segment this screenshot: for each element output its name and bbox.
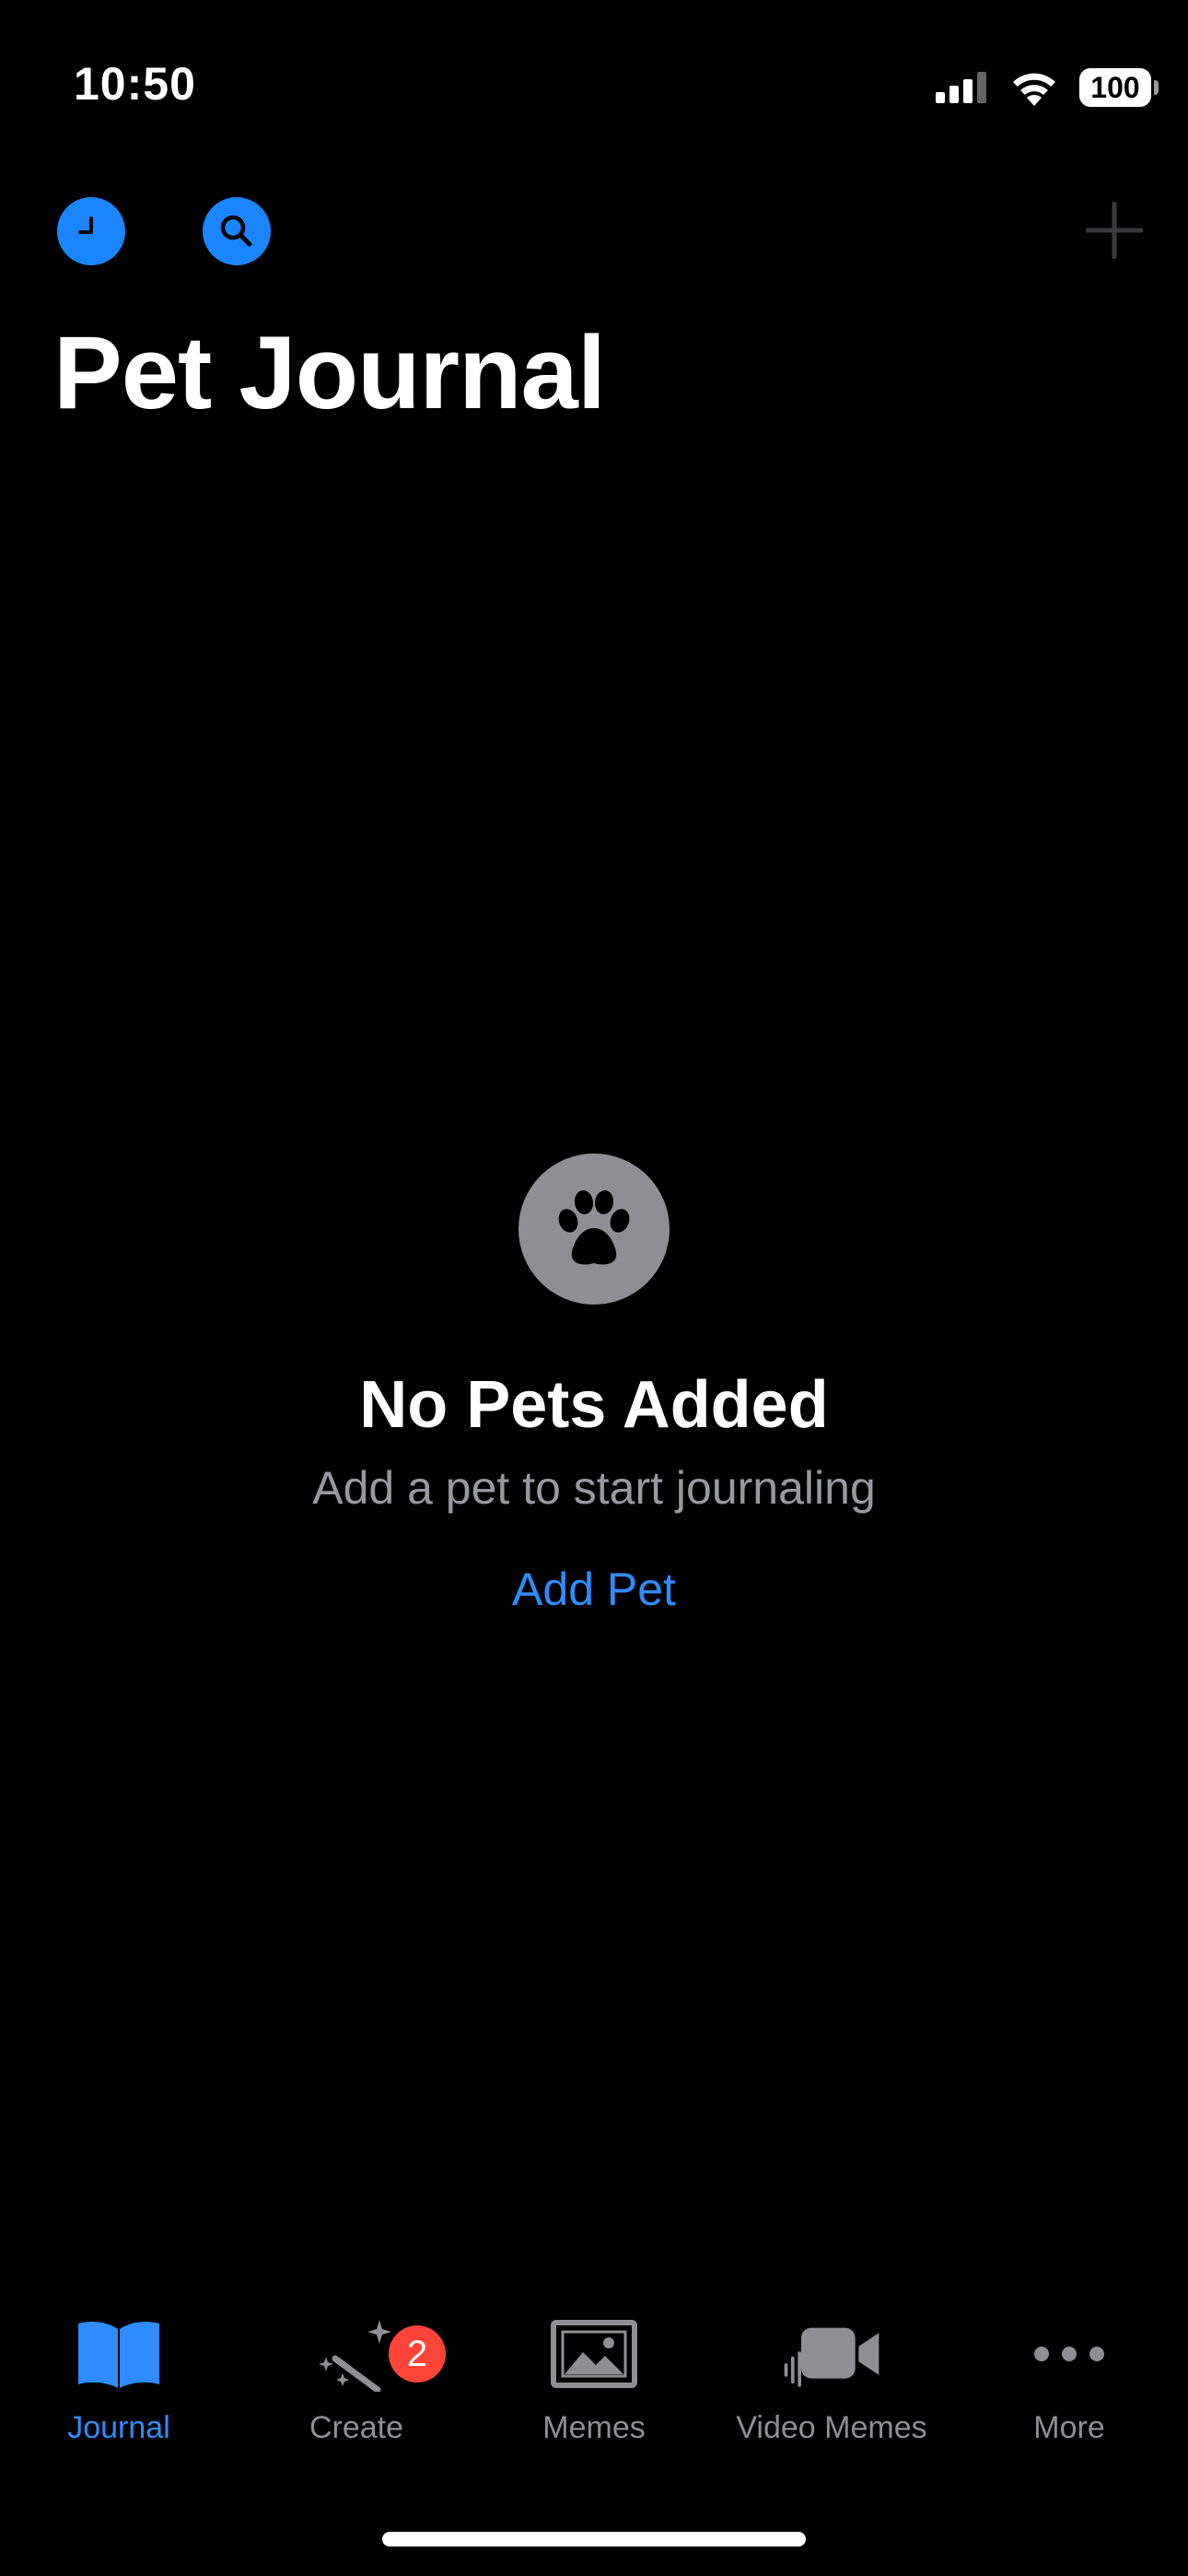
history-button[interactable] [57, 197, 125, 265]
create-badge: 2 [389, 2325, 446, 2383]
clock-icon [78, 217, 93, 234]
search-icon [220, 215, 252, 247]
tab-journal-label: Journal [67, 2410, 170, 2445]
ellipsis-icon [1034, 2347, 1104, 2361]
plus-icon [1086, 202, 1143, 259]
tab-bar: Journal 2 Create Memes Video Memes More [0, 2313, 1188, 2478]
tab-create-label: Create [309, 2410, 404, 2445]
tab-more-label: More [1033, 2410, 1105, 2445]
search-button[interactable] [203, 197, 271, 265]
tab-memes[interactable]: Memes [475, 2313, 713, 2478]
page-title: Pet Journal [53, 315, 606, 430]
tab-memes-label: Memes [542, 2410, 646, 2445]
tab-video-memes-label: Video Memes [736, 2410, 927, 2445]
cellular-signal-icon [936, 72, 986, 103]
magic-wand-icon [319, 2320, 391, 2392]
battery-level: 100 [1090, 70, 1140, 104]
home-indicator[interactable] [382, 2532, 806, 2547]
status-bar: 10:50 100 [0, 0, 1188, 157]
video-camera-icon [784, 2327, 879, 2387]
tab-video-memes[interactable]: Video Memes [713, 2313, 950, 2478]
tab-more[interactable]: More [950, 2313, 1188, 2478]
add-button[interactable] [1077, 193, 1151, 267]
paw-icon-circle [518, 1153, 670, 1305]
add-pet-button[interactable]: Add Pet [512, 1563, 676, 1616]
status-time: 10:50 [74, 58, 196, 110]
book-icon [78, 2322, 159, 2388]
status-indicators: 100 [936, 64, 1159, 111]
wifi-icon [1013, 73, 1055, 106]
battery-indicator: 100 [1079, 68, 1159, 107]
paw-icon [558, 1190, 630, 1265]
tab-journal[interactable]: Journal [0, 2313, 238, 2478]
empty-state: No Pets Added Add a pet to start journal… [0, 1153, 1188, 1616]
photo-icon [551, 2320, 637, 2388]
empty-subtitle: Add a pet to start journaling [312, 1462, 876, 1514]
empty-title: No Pets Added [359, 1368, 829, 1442]
tab-create[interactable]: 2 Create [238, 2313, 475, 2478]
